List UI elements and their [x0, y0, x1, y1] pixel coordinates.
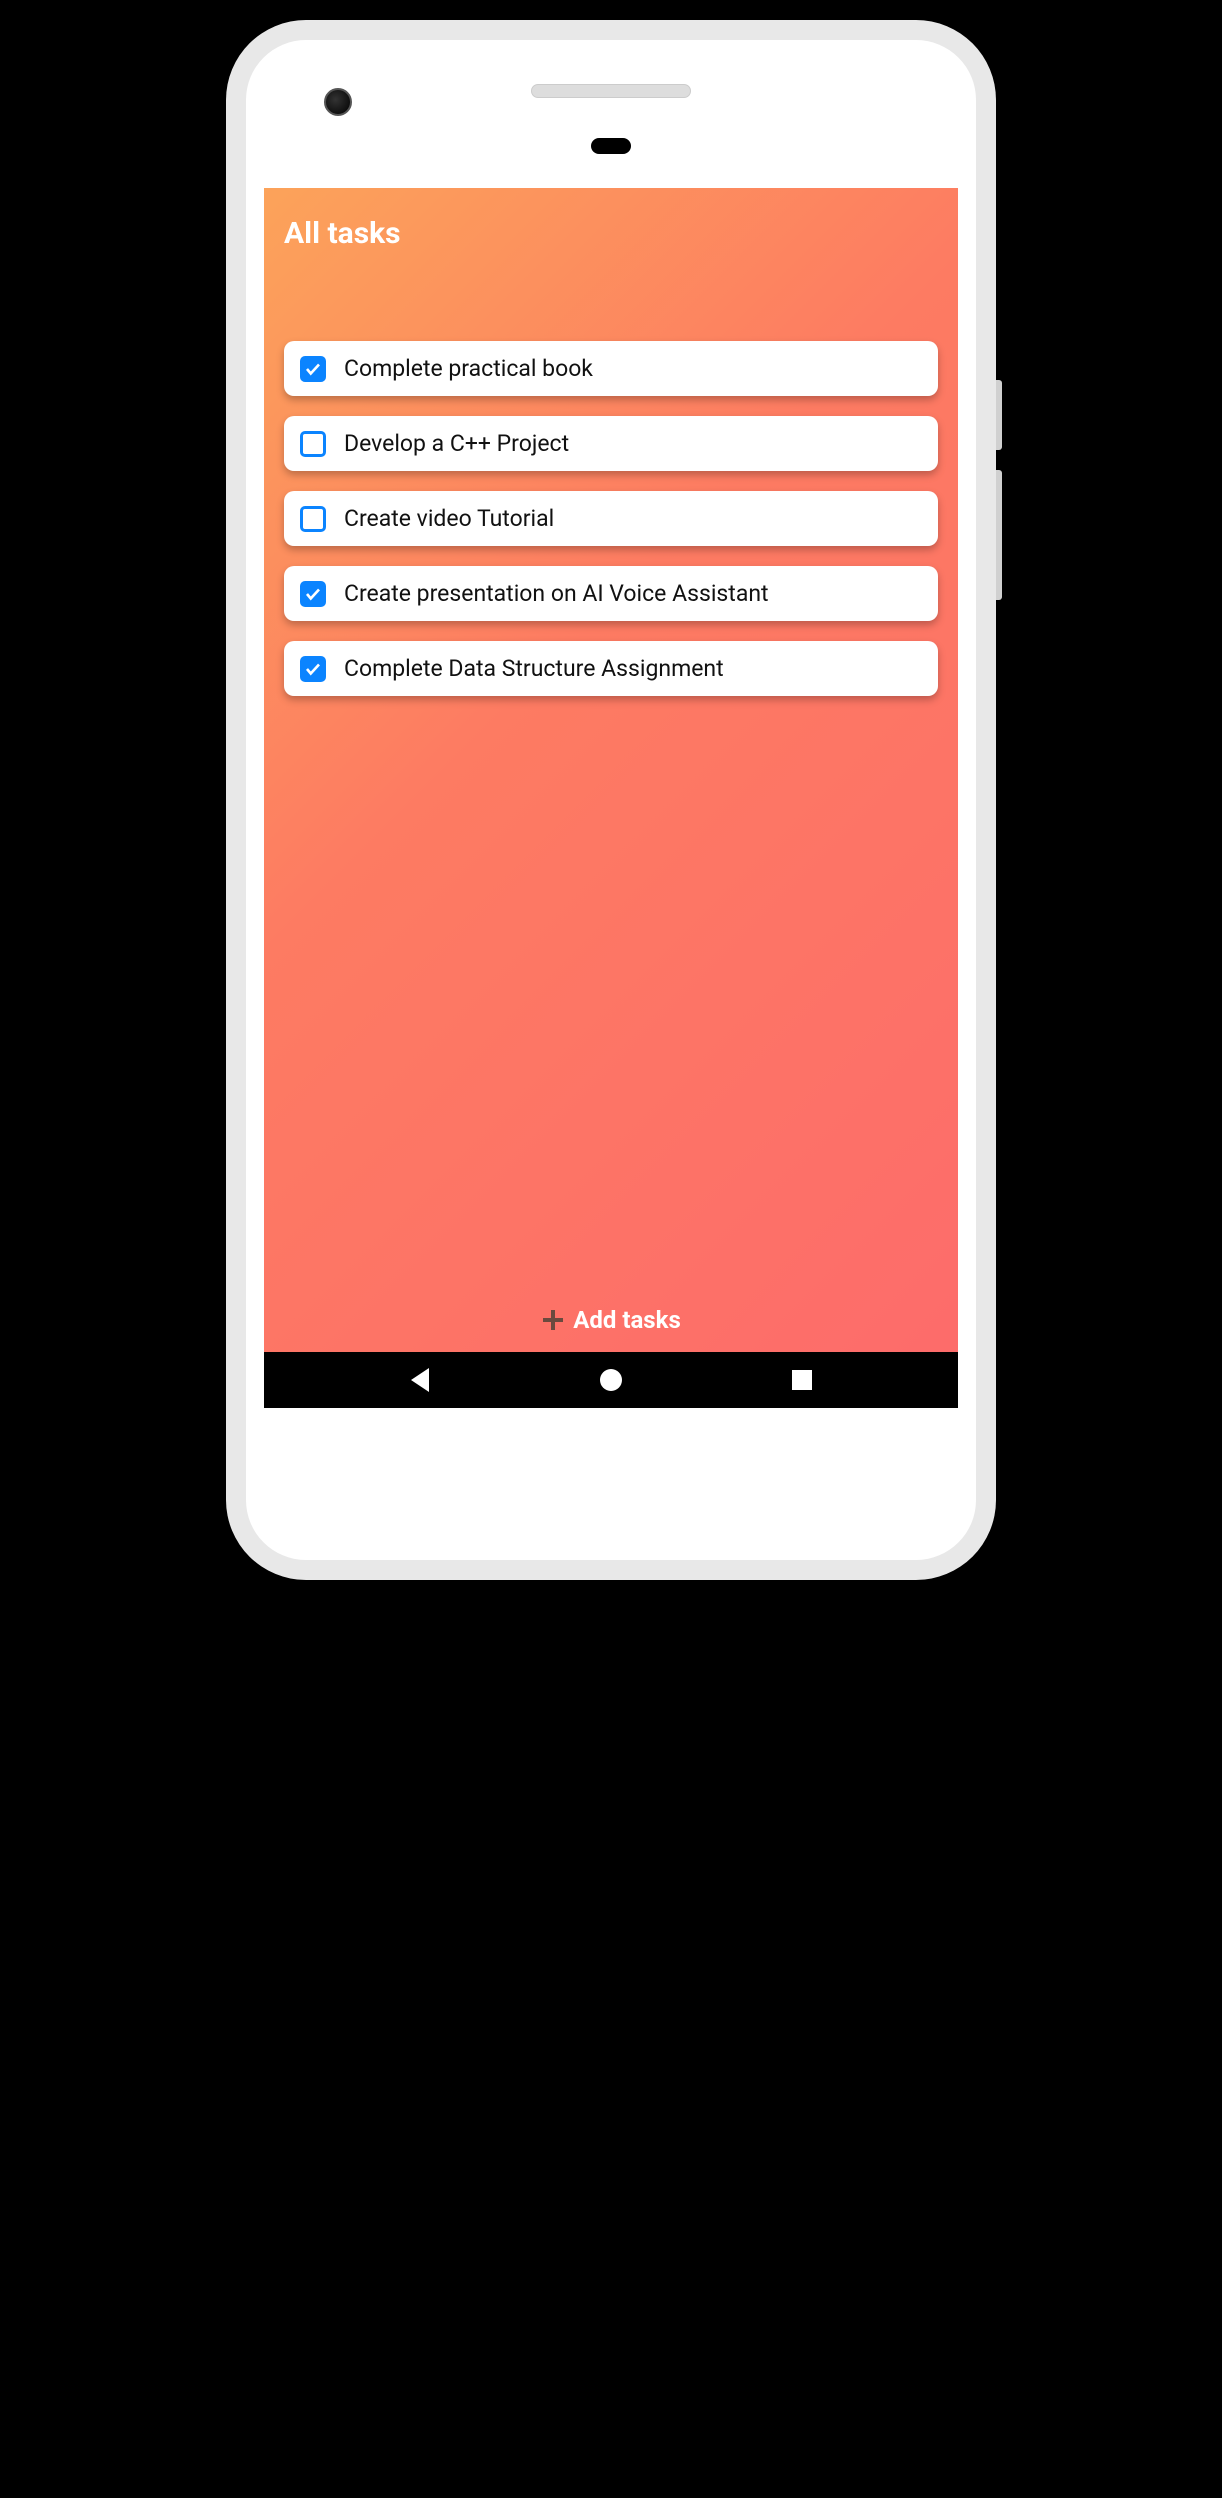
phone-frame: All tasks Complete practical book Develo… — [226, 20, 996, 1580]
add-tasks-label: Add tasks — [573, 1306, 681, 1334]
nav-home-button[interactable] — [599, 1368, 623, 1392]
task-item[interactable]: Create video Tutorial — [284, 491, 938, 546]
phone-sensor — [591, 138, 631, 154]
phone-top-hardware — [264, 58, 958, 188]
back-icon — [411, 1368, 429, 1392]
task-label: Complete Data Structure Assignment — [344, 655, 724, 682]
task-item[interactable]: Complete Data Structure Assignment — [284, 641, 938, 696]
phone-side-button — [996, 470, 1002, 600]
phone-side-button — [996, 380, 1002, 450]
task-item[interactable]: Develop a C++ Project — [284, 416, 938, 471]
check-icon — [304, 360, 322, 378]
phone-camera — [324, 88, 352, 116]
task-label: Complete practical book — [344, 355, 593, 382]
home-icon — [600, 1369, 622, 1391]
task-label: Create presentation on AI Voice Assistan… — [344, 580, 769, 607]
app-screen: All tasks Complete practical book Develo… — [264, 188, 958, 1408]
check-icon — [304, 585, 322, 603]
app-header: All tasks — [264, 188, 958, 261]
task-checkbox[interactable] — [300, 506, 326, 532]
task-checkbox[interactable] — [300, 356, 326, 382]
task-label: Develop a C++ Project — [344, 430, 569, 457]
nav-back-button[interactable] — [408, 1368, 432, 1392]
task-label: Create video Tutorial — [344, 505, 554, 532]
phone-speaker — [531, 84, 691, 98]
task-checkbox[interactable] — [300, 431, 326, 457]
page-title: All tasks — [284, 216, 938, 251]
phone-inner: All tasks Complete practical book Develo… — [246, 40, 976, 1560]
task-item[interactable]: Create presentation on AI Voice Assistan… — [284, 566, 938, 621]
task-checkbox[interactable] — [300, 656, 326, 682]
task-item[interactable]: Complete practical book — [284, 341, 938, 396]
add-tasks-button[interactable]: Add tasks — [264, 1290, 958, 1352]
recent-icon — [792, 1370, 812, 1390]
nav-recent-button[interactable] — [790, 1368, 814, 1392]
task-list: Complete practical book Develop a C++ Pr… — [264, 261, 958, 1290]
plus-icon — [541, 1308, 565, 1332]
check-icon — [304, 660, 322, 678]
android-navbar — [264, 1352, 958, 1408]
task-checkbox[interactable] — [300, 581, 326, 607]
